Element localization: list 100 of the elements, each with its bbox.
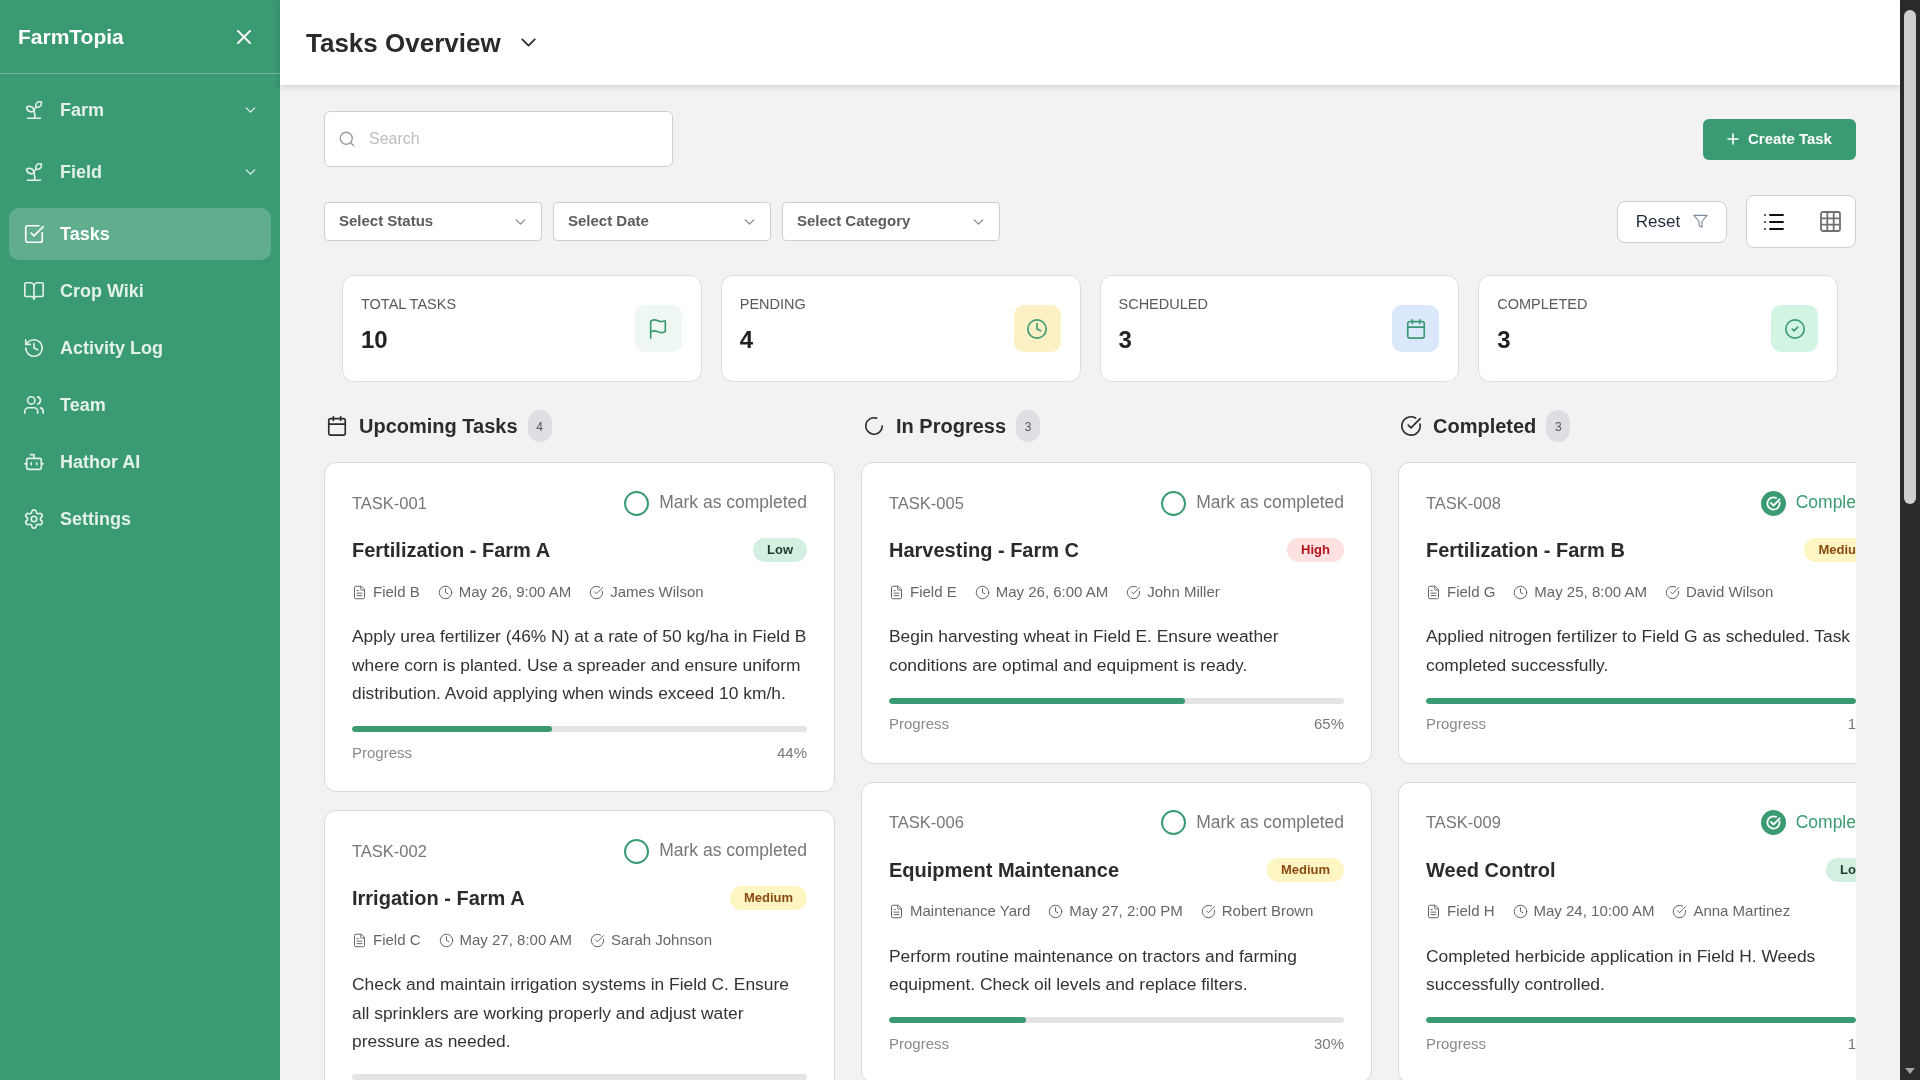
task-description: Check and maintain irrigation systems in Field C. Ensure all sprinklers are working properly and adjust water pressure as needed.: [352, 973, 790, 1053]
clock-icon: [438, 932, 454, 948]
document-icon: [889, 584, 904, 600]
task-title: Equipment Maintenance: [889, 859, 1120, 880]
close-icon: [237, 29, 251, 44]
task-location: Field C: [373, 929, 421, 950]
title-dropdown-button[interactable]: [520, 38, 536, 47]
clock-icon: [437, 584, 453, 600]
close-button[interactable]: [237, 29, 251, 44]
task-due-date: May 27, 8:00 AM: [459, 929, 573, 950]
search-field[interactable]: Search: [324, 111, 673, 167]
grid-view-button[interactable]: [1819, 211, 1841, 232]
priority-badge: Mediu: [1804, 538, 1856, 562]
task-description: Apply urea fertilizer (46% N) at a rate of 50 kg/ha in Field B where corn is planted. Use a spreader and ensure uniform distribution. Avoid applying when winds exceed 10 km/h.: [352, 625, 807, 705]
progress-percent: 65%: [1313, 716, 1344, 731]
task-assignee: John Miller: [1147, 581, 1220, 602]
circle-icon: [624, 490, 650, 516]
check-circle-icon: [1760, 490, 1786, 516]
settings-icon: [23, 508, 45, 530]
completed-status-button[interactable]: Comple: [1760, 490, 1856, 516]
clock-icon: [974, 584, 990, 600]
scroll-down-arrow-icon[interactable]: [1905, 1068, 1915, 1074]
mark-completed-button[interactable]: Mark as completed: [1161, 810, 1344, 835]
document-icon: [352, 584, 367, 600]
filter-icon: [1693, 214, 1709, 229]
sprout-icon: [23, 99, 45, 121]
task-due-date: May 27, 2:00 PM: [1069, 901, 1183, 922]
chevron-down-icon: [520, 38, 536, 47]
task-location: Maintenance Yard: [910, 901, 1031, 922]
create-task-button[interactable]: Create Task: [1703, 118, 1856, 160]
task-count-badge: 4: [527, 410, 552, 442]
task-count-badge: 3: [1546, 410, 1571, 442]
document-icon: [1426, 584, 1441, 600]
filter-dropdown[interactable]: Select Status: [324, 202, 542, 241]
brand-name: FarmTopia: [18, 26, 124, 47]
task-location: Field B: [373, 581, 420, 602]
filter-dropdown[interactable]: Select Date: [553, 202, 771, 241]
task-count-badge: 3: [1016, 410, 1041, 442]
mark-completed-button[interactable]: Mark as completed: [624, 490, 807, 516]
clock-icon: [1013, 305, 1061, 352]
task-location: Field H: [1447, 901, 1495, 922]
calendar-icon: [1392, 305, 1440, 352]
task-due-date: May 24, 10:00 AM: [1533, 901, 1655, 922]
check-circle-icon: [1760, 810, 1786, 835]
priority-badge: Low: [753, 538, 807, 562]
task-title: Harvesting - Farm C: [889, 540, 1080, 560]
progress-label: Progress: [352, 744, 413, 760]
document-icon: [352, 932, 367, 948]
priority-badge: Medium: [729, 886, 807, 910]
progress-percent: 44%: [776, 744, 807, 760]
task-id: TASK-008: [1426, 494, 1501, 512]
nav-item[interactable]: Field: [9, 146, 271, 198]
nav-item[interactable]: Crop Wiki: [9, 265, 271, 317]
task-assignee: David Wilson: [1685, 581, 1774, 602]
nav-item[interactable]: Team: [9, 379, 271, 431]
priority-badge: High: [1287, 538, 1344, 562]
clock-icon: [1513, 584, 1529, 600]
stat-label: COMPLETED: [1497, 295, 1588, 313]
task-description: Perform routine maintenance on tractors and farming equipment. Check oil levels and replace filters.: [889, 944, 1298, 996]
chevron-down-icon: [515, 218, 526, 225]
task-due-date: May 26, 9:00 AM: [458, 581, 572, 602]
task-location: Field E: [910, 581, 957, 602]
nav-item[interactable]: Hathor AI: [9, 436, 271, 488]
progress-percent: 30%: [1313, 1035, 1344, 1051]
nav-item[interactable]: Farm: [9, 84, 271, 136]
stat-label: TOTAL TASKS: [361, 295, 457, 313]
reset-button[interactable]: Reset: [1617, 200, 1727, 243]
task-id: TASK-005: [889, 494, 964, 512]
nav-item[interactable]: Activity Log: [9, 322, 271, 374]
scrollbar-thumb[interactable]: [1904, 10, 1916, 504]
progress-label: Progress: [1426, 716, 1487, 731]
checkbox-icon: [23, 223, 45, 245]
progress-label: Progress: [889, 716, 950, 731]
robot-icon: [23, 451, 45, 473]
page-title: Tasks Overview: [306, 29, 501, 56]
stat-value: 3: [1118, 326, 1133, 354]
nav-item[interactable]: Settings: [9, 493, 271, 545]
plus-icon: [1727, 133, 1740, 145]
task-description: Completed herbicide application in Field H. Weeds successfully controlled.: [1426, 944, 1817, 996]
nav-item[interactable]: Tasks: [9, 208, 271, 260]
priority-badge: Medium: [1266, 857, 1344, 882]
grid-icon: [1819, 211, 1841, 232]
task-id: TASK-009: [1426, 814, 1501, 831]
history-icon: [23, 337, 45, 359]
stat-value: 10: [361, 326, 389, 354]
chevron-down-icon: [744, 218, 755, 225]
task-location: Field G: [1447, 581, 1496, 602]
mark-completed-button[interactable]: Mark as completed: [624, 838, 807, 864]
check-circle-icon: [1664, 584, 1680, 600]
spinner-icon: [863, 415, 885, 437]
document-icon: [889, 904, 904, 919]
completed-status-button[interactable]: Comple: [1760, 810, 1856, 835]
task-assignee: Robert Brown: [1221, 901, 1314, 922]
clock-icon: [1512, 904, 1528, 919]
filter-dropdown[interactable]: Select Category: [782, 202, 1000, 241]
stat-value: 4: [739, 326, 755, 354]
task-description: Begin harvesting wheat in Field E. Ensure weather conditions are optimal and equipment is ready.: [889, 625, 1280, 677]
mark-completed-button[interactable]: Mark as completed: [1161, 490, 1344, 516]
search-icon: [338, 130, 356, 148]
task-id: TASK-002: [352, 842, 427, 860]
